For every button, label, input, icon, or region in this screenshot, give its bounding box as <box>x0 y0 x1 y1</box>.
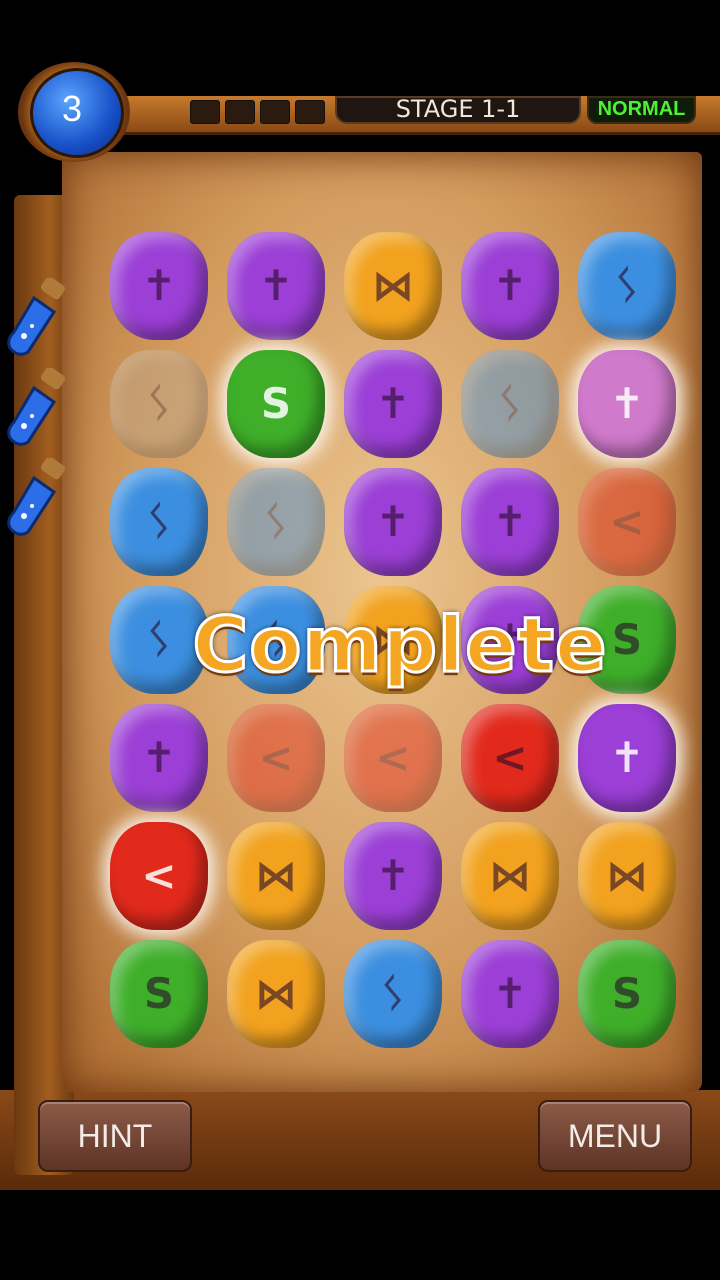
gem-purple[interactable]: ✝ <box>344 822 442 930</box>
gem-yellow[interactable]: ⋈ <box>344 232 442 340</box>
green-rune-icon: S <box>611 969 643 1018</box>
gem-purple[interactable]: ✝ <box>344 468 442 576</box>
red-rune-icon: < <box>141 851 177 900</box>
yellow-rune-icon: ⋈ <box>372 261 414 310</box>
blue-potion-icon[interactable] <box>4 278 74 358</box>
red-rune-icon: < <box>375 733 411 782</box>
gem-red[interactable]: < <box>227 704 325 812</box>
gem-purple[interactable]: ✝ <box>344 350 442 458</box>
gem-blue[interactable]: ᛊ <box>578 232 676 340</box>
gem-purple[interactable]: ✝ <box>110 704 208 812</box>
purple-rune-icon: ✝ <box>141 261 177 310</box>
gem-purple[interactable]: ✝ <box>461 232 559 340</box>
yellow-rune-icon: ⋈ <box>255 969 297 1018</box>
gem-pink[interactable]: ✝ <box>578 350 676 458</box>
gem-red[interactable]: < <box>578 468 676 576</box>
progress-slot <box>225 100 255 124</box>
gem-blue[interactable]: ᛊ <box>227 468 325 576</box>
green-rune-icon: S <box>260 379 292 428</box>
yellow-rune-icon: ⋈ <box>489 851 531 900</box>
difficulty-label: NORMAL <box>587 96 696 124</box>
purple-rune-icon: ✝ <box>375 497 411 546</box>
gem-blue[interactable]: ᛊ <box>344 940 442 1048</box>
gem-red[interactable]: < <box>110 822 208 930</box>
gem-green[interactable]: S <box>227 350 325 458</box>
complete-banner: Complete <box>191 599 608 691</box>
gem-blue[interactable]: ᛊ <box>110 468 208 576</box>
blue-rune-icon: ᛊ <box>263 497 289 546</box>
gem-yellow[interactable]: ⋈ <box>227 940 325 1048</box>
progress-slot <box>295 100 325 124</box>
blue-rune-icon: ᛊ <box>497 379 523 428</box>
gem-purple[interactable]: ✝ <box>461 940 559 1048</box>
blue-rune-icon: ᛊ <box>614 261 640 310</box>
orb-counter: 3 <box>10 62 136 168</box>
blue-potion-icon[interactable] <box>4 368 74 448</box>
red-rune-icon: < <box>492 733 528 782</box>
progress-slot <box>260 100 290 124</box>
gem-red[interactable]: < <box>344 704 442 812</box>
gem-red[interactable]: < <box>461 704 559 812</box>
orb-count: 3 <box>62 88 83 129</box>
blue-rune-icon: ᛊ <box>146 497 172 546</box>
yellow-rune-icon: ⋈ <box>255 851 297 900</box>
gem-yellow[interactable]: ⋈ <box>578 822 676 930</box>
purple-rune-icon: ✝ <box>375 379 411 428</box>
red-rune-icon: < <box>258 733 294 782</box>
gem-blue[interactable]: ᛊ <box>461 350 559 458</box>
purple-rune-icon: ✝ <box>375 851 411 900</box>
gem-yellow[interactable]: ⋈ <box>461 822 559 930</box>
purple-rune-icon: ✝ <box>609 733 645 782</box>
blue-potion-icon[interactable] <box>4 458 74 538</box>
gem-purple[interactable]: ✝ <box>578 704 676 812</box>
red-rune-icon: < <box>609 497 645 546</box>
yellow-rune-icon: ⋈ <box>606 851 648 900</box>
menu-button[interactable]: MENU <box>538 1100 692 1172</box>
purple-rune-icon: ✝ <box>141 733 177 782</box>
purple-rune-icon: ✝ <box>492 497 528 546</box>
gem-purple[interactable]: ✝ <box>227 232 325 340</box>
stage-label: STAGE 1-1 <box>335 96 581 124</box>
gray-rune-icon: ᛊ <box>146 379 172 428</box>
gem-purple[interactable]: ✝ <box>110 232 208 340</box>
gem-green[interactable]: S <box>110 940 208 1048</box>
gem-gray[interactable]: ᛊ <box>110 350 208 458</box>
gem-green[interactable]: S <box>578 940 676 1048</box>
progress-slot <box>190 100 220 124</box>
purple-rune-icon: ✝ <box>492 969 528 1018</box>
green-rune-icon: S <box>143 969 175 1018</box>
purple-rune-icon: ✝ <box>492 261 528 310</box>
hint-button[interactable]: HINT <box>38 1100 192 1172</box>
gem-purple[interactable]: ✝ <box>461 468 559 576</box>
pink-rune-icon: ✝ <box>609 379 645 428</box>
purple-rune-icon: ✝ <box>258 261 294 310</box>
blue-rune-icon: ᛊ <box>380 969 406 1018</box>
gem-yellow[interactable]: ⋈ <box>227 822 325 930</box>
